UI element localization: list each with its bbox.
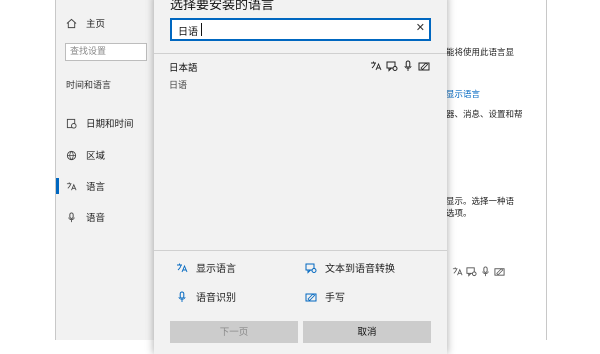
display-language-icon <box>452 267 463 276</box>
language-search-value: 日语 <box>178 27 198 38</box>
section-heading: 时间和语言 <box>66 81 112 91</box>
settings-search-placeholder: 查找设置 <box>70 47 107 57</box>
language-feature-icons <box>370 60 430 72</box>
text-to-speech-icon <box>386 61 398 72</box>
globe-icon <box>66 150 77 160</box>
nav-speech-label: 语音 <box>86 213 106 224</box>
display-language-icon <box>371 61 382 71</box>
text-to-speech-icon <box>305 263 317 274</box>
nav-date-time-label: 日期和时间 <box>86 119 134 130</box>
text-to-speech-icon <box>466 267 477 277</box>
handwriting-icon <box>305 292 317 301</box>
nav-home[interactable]: 主页 <box>66 13 105 33</box>
content-text-line: 能将使用此语言显 <box>446 48 515 58</box>
content-text-line: 器、消息、设置和帮 <box>446 110 523 120</box>
legend-label: 语音识别 <box>196 293 236 304</box>
microphone-icon <box>68 211 75 222</box>
language-native-name: 日本語 <box>169 63 198 74</box>
nav-home-label: 主页 <box>86 19 106 30</box>
dialog-title: 选择要安装的语言 <box>170 0 275 13</box>
content-text-line: 显示。选择一种语 <box>446 197 515 207</box>
nav-language[interactable]: 语言 <box>66 176 105 196</box>
legend-label: 文本到语音转换 <box>325 264 395 275</box>
handwriting-icon <box>494 268 505 276</box>
legend-handwriting: 手写 <box>305 289 345 304</box>
legend-speech-recognition: 语音识别 <box>176 289 236 304</box>
display-language-link[interactable]: 显示语言 <box>446 88 480 100</box>
settings-search-input[interactable]: 查找设置 <box>65 43 147 61</box>
nav-speech[interactable]: 语音 <box>66 207 105 227</box>
language-feature-icons <box>452 266 505 277</box>
nav-region-label: 区域 <box>86 151 106 162</box>
language-result-item[interactable]: 日本語 日语 <box>154 56 447 98</box>
speech-recognition-icon <box>404 60 412 71</box>
settings-sidebar: 主页 查找设置 时间和语言 日期和时间 区域 语言 语音 <box>56 0 156 340</box>
speech-recognition-icon <box>482 266 489 277</box>
language-localized-name: 日语 <box>169 81 188 91</box>
display-language-icon <box>177 263 188 272</box>
legend-label: 手写 <box>325 293 345 304</box>
home-icon <box>66 18 77 28</box>
legend-display-language: 显示语言 <box>176 260 236 275</box>
add-language-dialog: 选择要安装的语言 日语 ✕ 日本語 日语 显示语言 文本到语音转换 语音识别 手… <box>154 0 447 354</box>
speech-recognition-icon <box>178 291 186 302</box>
close-icon[interactable]: ✕ <box>416 21 425 34</box>
nav-date-time[interactable]: 日期和时间 <box>66 113 134 133</box>
text-caret <box>201 23 202 36</box>
language-icon <box>66 181 77 190</box>
divider <box>154 250 447 251</box>
nav-language-label: 语言 <box>86 182 106 193</box>
nav-region[interactable]: 区域 <box>66 145 105 165</box>
handwriting-icon <box>418 62 430 71</box>
language-search-input[interactable]: 日语 ✕ <box>170 18 431 41</box>
divider <box>154 53 447 54</box>
nav-selection-indicator <box>56 178 59 194</box>
content-text-line: 选项。 <box>446 209 472 219</box>
clock-icon <box>66 118 77 129</box>
legend-label: 显示语言 <box>196 264 236 275</box>
legend-text-to-speech: 文本到语音转换 <box>305 260 395 275</box>
